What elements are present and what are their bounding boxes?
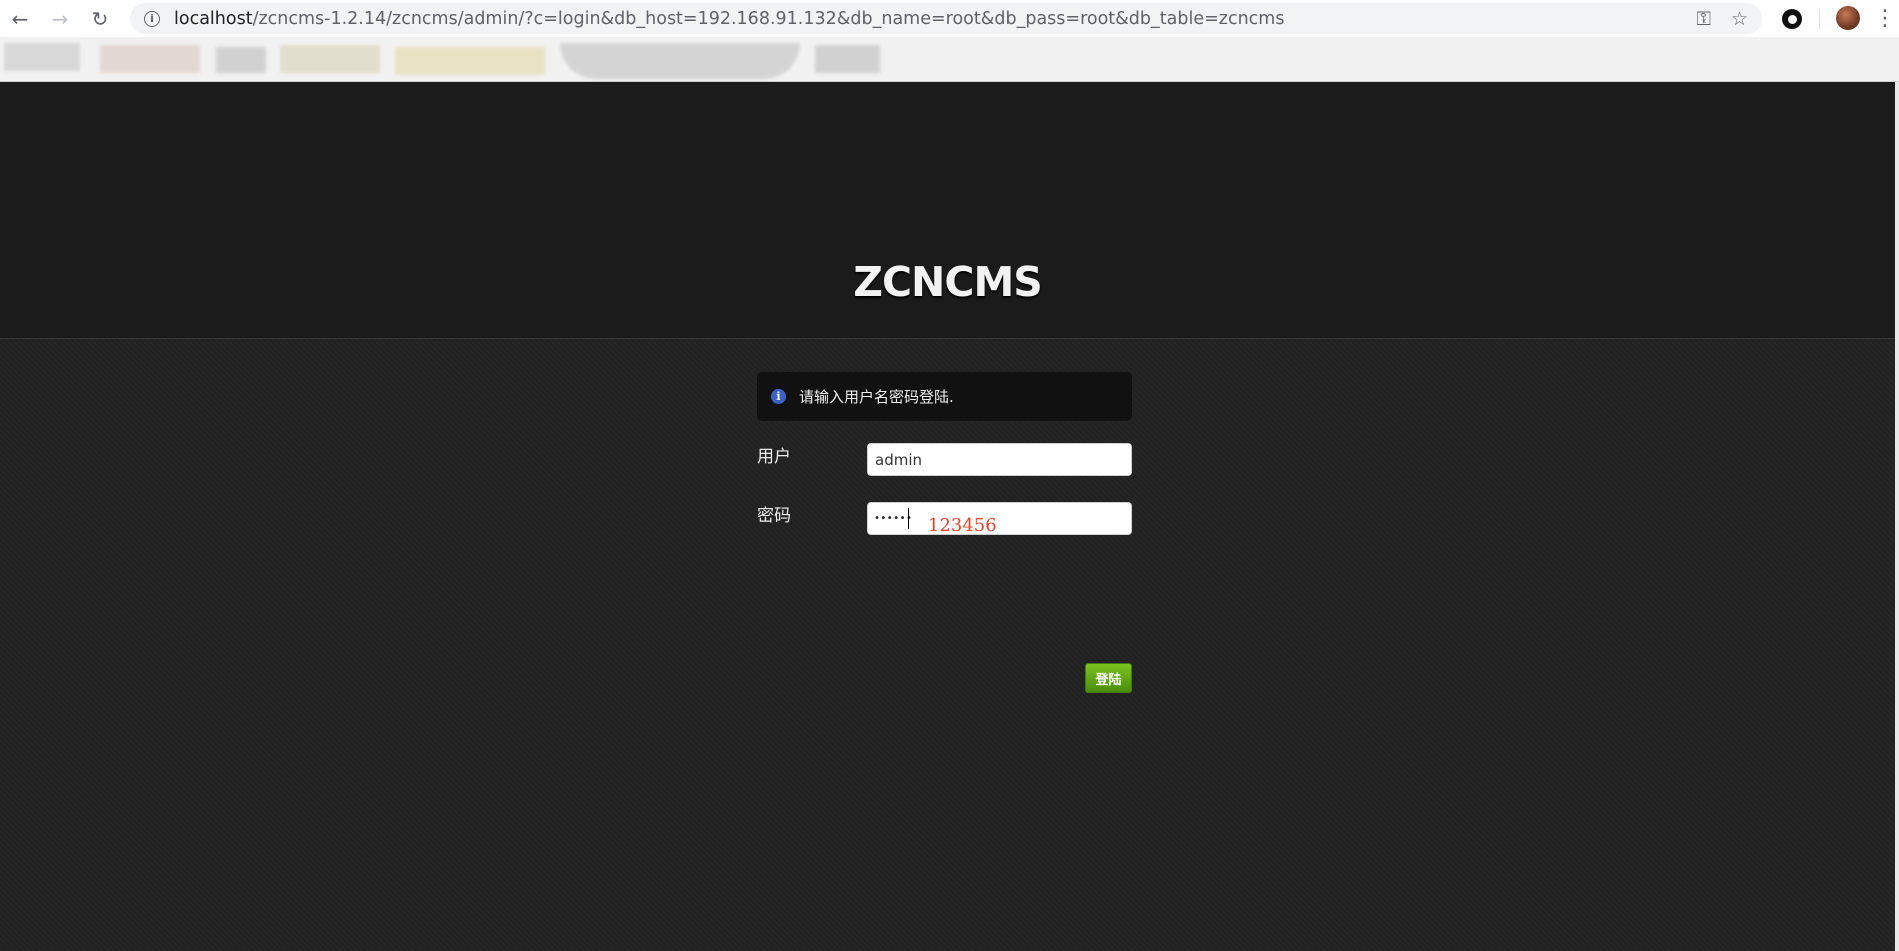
bookmarks-bar — [0, 37, 1899, 82]
bookmark-blur[interactable] — [280, 45, 380, 73]
password-input[interactable] — [867, 502, 1132, 535]
login-notice: i 请输入用户名密码登陆. — [757, 372, 1132, 421]
bookmark-blur[interactable] — [216, 47, 266, 73]
login-button[interactable]: 登陆 — [1085, 663, 1132, 693]
url-path: /zcncms-1.2.14/zcncms/admin/?c=login&db_… — [252, 8, 1285, 29]
bookmark-blur[interactable] — [4, 43, 80, 71]
key-icon[interactable]: ⚿ — [1696, 8, 1710, 30]
toolbar-separator — [1819, 9, 1820, 29]
password-annotation: 123456 — [928, 515, 997, 536]
login-page: ZCNCMS i 请输入用户名密码登陆. 用户 密码 •••••• 123456… — [0, 82, 1895, 951]
site-logo: ZCNCMS — [853, 258, 1043, 306]
scrollbar[interactable] — [1895, 82, 1899, 951]
url-text: localhost/zcncms-1.2.14/zcncms/admin/?c=… — [174, 9, 1284, 29]
reload-icon[interactable]: ↻ — [80, 0, 120, 37]
profile-avatar[interactable] — [1836, 6, 1860, 30]
bookmark-blur[interactable] — [815, 45, 880, 73]
username-label: 用户 — [757, 447, 791, 467]
password-label: 密码 — [757, 506, 791, 526]
forward-arrow-icon[interactable]: → — [40, 0, 80, 37]
url-host: localhost — [174, 8, 253, 29]
bookmark-blur[interactable] — [100, 45, 200, 73]
username-input[interactable] — [867, 443, 1132, 476]
bookmark-blur[interactable] — [560, 43, 800, 79]
address-bar[interactable]: i localhost/zcncms-1.2.14/zcncms/admin/?… — [130, 3, 1762, 34]
browser-menu-icon[interactable]: ⋮ — [1874, 2, 1896, 35]
browser-toolbar: ← → ↻ i localhost/zcncms-1.2.14/zcncms/a… — [0, 0, 1899, 37]
page-header: ZCNCMS — [0, 82, 1895, 339]
bookmark-star-icon[interactable]: ☆ — [1731, 8, 1748, 30]
back-arrow-icon[interactable]: ← — [0, 0, 40, 37]
bookmark-blur[interactable] — [395, 47, 545, 75]
extension-icon[interactable] — [1782, 9, 1802, 29]
site-info-icon[interactable]: i — [144, 10, 160, 27]
text-cursor — [908, 508, 909, 529]
notice-text: 请输入用户名密码登陆. — [799, 388, 954, 406]
info-icon: i — [771, 389, 786, 404]
